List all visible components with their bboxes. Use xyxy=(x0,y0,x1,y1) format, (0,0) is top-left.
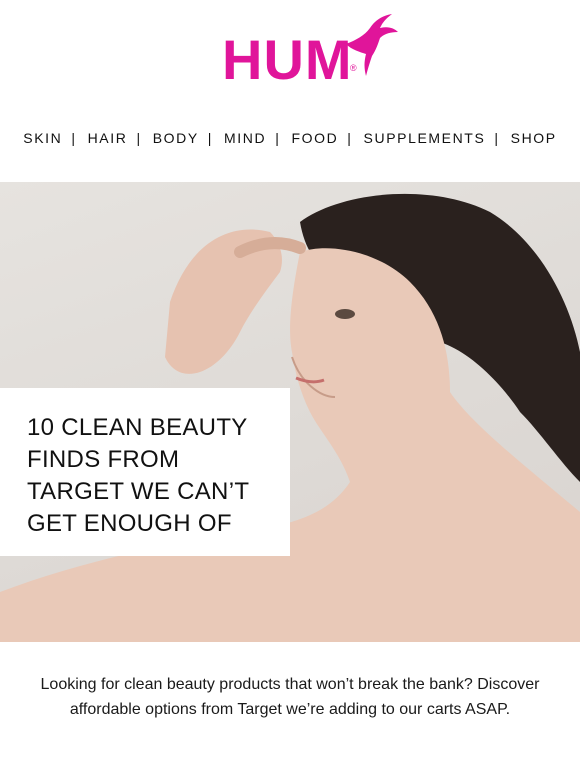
nav-separator: | xyxy=(207,130,214,146)
hero-title-card: 10 CLEAN BEAUTY FINDS FROM TARGET WE CAN… xyxy=(0,388,290,556)
nav-item-shop[interactable]: SHOP xyxy=(511,130,557,146)
intro-text: Looking for clean beauty products that w… xyxy=(40,676,540,718)
nav-separator: | xyxy=(494,130,500,146)
nav-item-body[interactable]: BODY xyxy=(153,130,199,146)
hero-title-line: GET ENOUGH OF xyxy=(27,510,232,537)
nav-separator: | xyxy=(71,130,77,146)
hum-logo[interactable]: HUM ® xyxy=(222,10,402,90)
hummingbird-icon xyxy=(337,14,398,76)
nav-item-skin[interactable]: SKIN xyxy=(23,130,62,146)
nav-item-food[interactable]: FOOD xyxy=(291,130,338,146)
nav-separator: | xyxy=(347,130,353,146)
hero-title-line: 10 CLEAN BEAUTY xyxy=(27,414,248,441)
hero-title-line: TARGET WE CAN’T xyxy=(27,478,250,505)
main-nav: SKIN | HAIR | BODY | MIND | FOOD | SUPPL… xyxy=(0,126,580,150)
nav-item-mind[interactable]: MIND xyxy=(224,130,266,146)
nav-item-supplements[interactable]: SUPPLEMENTS xyxy=(364,130,486,146)
email-header: HUM ® xyxy=(0,0,580,110)
nav-separator: | xyxy=(275,130,281,146)
nav-item-hair[interactable]: HAIR xyxy=(88,130,128,146)
hero-title-line: FINDS FROM xyxy=(27,446,180,473)
hero-banner[interactable]: 10 CLEAN BEAUTY FINDS FROM TARGET WE CAN… xyxy=(0,182,580,642)
nav-separator: | xyxy=(136,130,142,146)
